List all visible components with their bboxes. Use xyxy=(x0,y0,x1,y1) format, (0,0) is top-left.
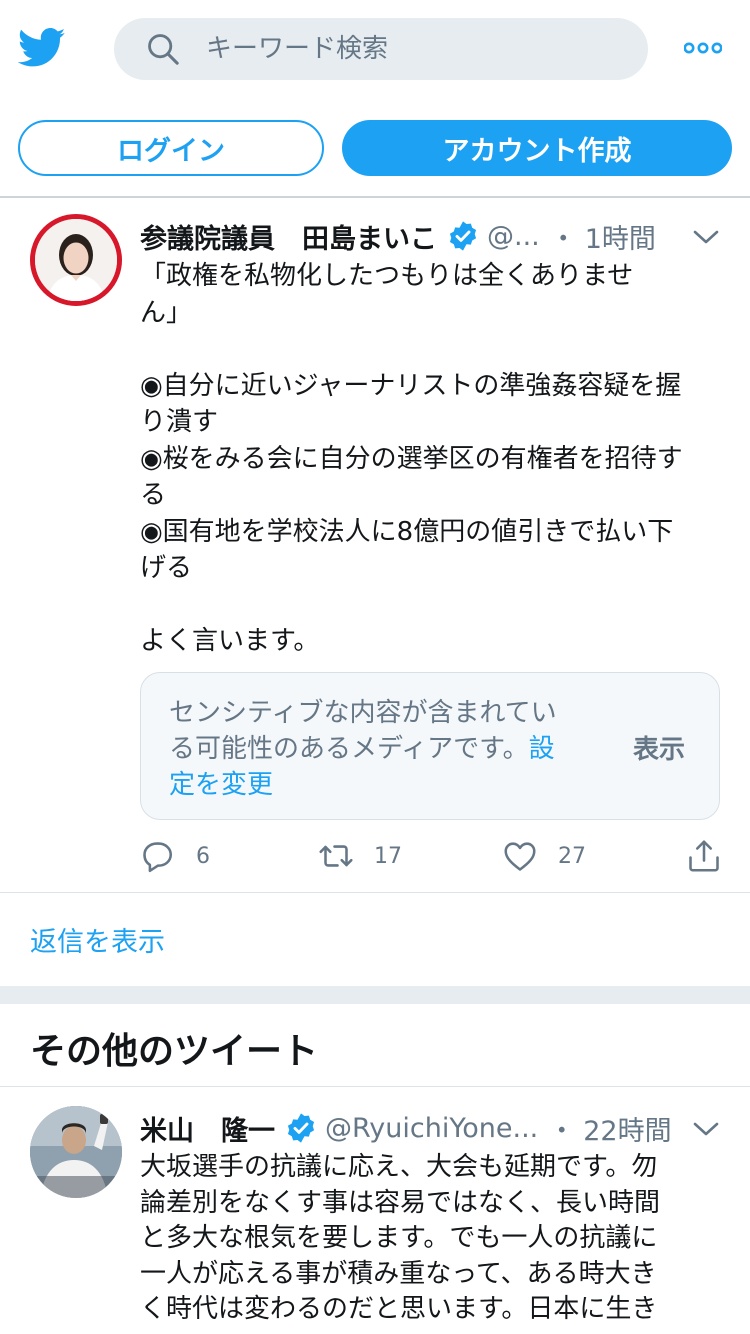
retweet-button[interactable]: 17 xyxy=(318,834,402,878)
search-icon xyxy=(148,34,179,65)
sensitive-text: センシティブな内容が含まれてい る可能性のあるメディアです。 xyxy=(169,698,557,764)
separator-dot: ・ xyxy=(549,223,577,255)
tweet-time[interactable]: 1時間 xyxy=(585,217,656,256)
reply-count: 6 xyxy=(196,843,210,869)
avatar-photo xyxy=(30,1106,122,1198)
tweet-text: 「政権を私物化したつもりは全くありませ ん」 ◉自分に近いジャーナリストの準強姦… xyxy=(140,261,683,656)
login-button[interactable]: ログイン xyxy=(18,120,324,176)
tweet-actions: 6 17 27 xyxy=(140,834,730,878)
divider xyxy=(0,892,750,893)
reply-button[interactable]: 6 xyxy=(140,834,210,878)
search-bar[interactable]: キーワード検索 xyxy=(114,18,648,80)
show-replies-link[interactable]: 返信を表示 xyxy=(30,920,165,959)
verified-badge-icon xyxy=(287,1113,315,1143)
section-divider xyxy=(0,986,750,1004)
author-name[interactable]: 参議院議員 田島まいこ xyxy=(140,217,437,256)
divider xyxy=(0,196,750,198)
more-dots-icon[interactable] xyxy=(684,40,722,56)
separator-dot: ・ xyxy=(548,1115,576,1147)
retweet-count: 17 xyxy=(374,843,402,869)
divider xyxy=(0,1086,750,1087)
top-bar: キーワード検索 xyxy=(0,0,750,100)
more-tweets-heading: その他のツイート xyxy=(30,1031,319,1072)
search-input[interactable]: キーワード検索 xyxy=(206,32,388,66)
like-count: 27 xyxy=(558,843,586,869)
verified-badge-icon xyxy=(449,221,477,251)
avatar[interactable] xyxy=(30,214,122,306)
sensitive-media-notice: センシティブな内容が含まれてい る可能性のあるメディアです。設 定を変更 表示 xyxy=(140,672,720,820)
share-button[interactable] xyxy=(686,834,722,878)
show-media-button[interactable]: 表示 xyxy=(633,729,685,766)
author-name[interactable]: 米山 隆一 xyxy=(140,1109,275,1148)
tweet-time[interactable]: 22時間 xyxy=(583,1109,671,1148)
retweet-icon xyxy=(319,845,353,867)
reply-icon xyxy=(143,842,173,873)
sensitive-message: センシティブな内容が含まれてい る可能性のあるメディアです。設 定を変更 xyxy=(169,695,599,803)
avatar[interactable] xyxy=(30,1106,122,1198)
tweet-header: 米山 隆一 @RyuichiYone... ・ 22時間 xyxy=(140,1108,672,1148)
avatar-photo xyxy=(35,219,117,301)
share-icon xyxy=(689,840,719,872)
twitter-bird-icon[interactable] xyxy=(18,28,66,68)
chevron-down-icon[interactable] xyxy=(692,228,720,246)
like-button[interactable]: 27 xyxy=(502,834,586,878)
chevron-down-icon[interactable] xyxy=(692,1120,720,1138)
like-icon xyxy=(504,842,536,871)
author-handle[interactable]: @... xyxy=(487,221,540,252)
tweet-header: 参議院議員 田島まいこ @... ・ 1時間 xyxy=(140,216,656,256)
author-handle[interactable]: @RyuichiYone... xyxy=(325,1113,538,1144)
tweet-text: 大坂選手の抗議に応え、大会も延期です。勿 論差別をなくす事は容易ではなく、長い時… xyxy=(140,1152,661,1324)
create-account-button[interactable]: アカウント作成 xyxy=(342,120,732,176)
